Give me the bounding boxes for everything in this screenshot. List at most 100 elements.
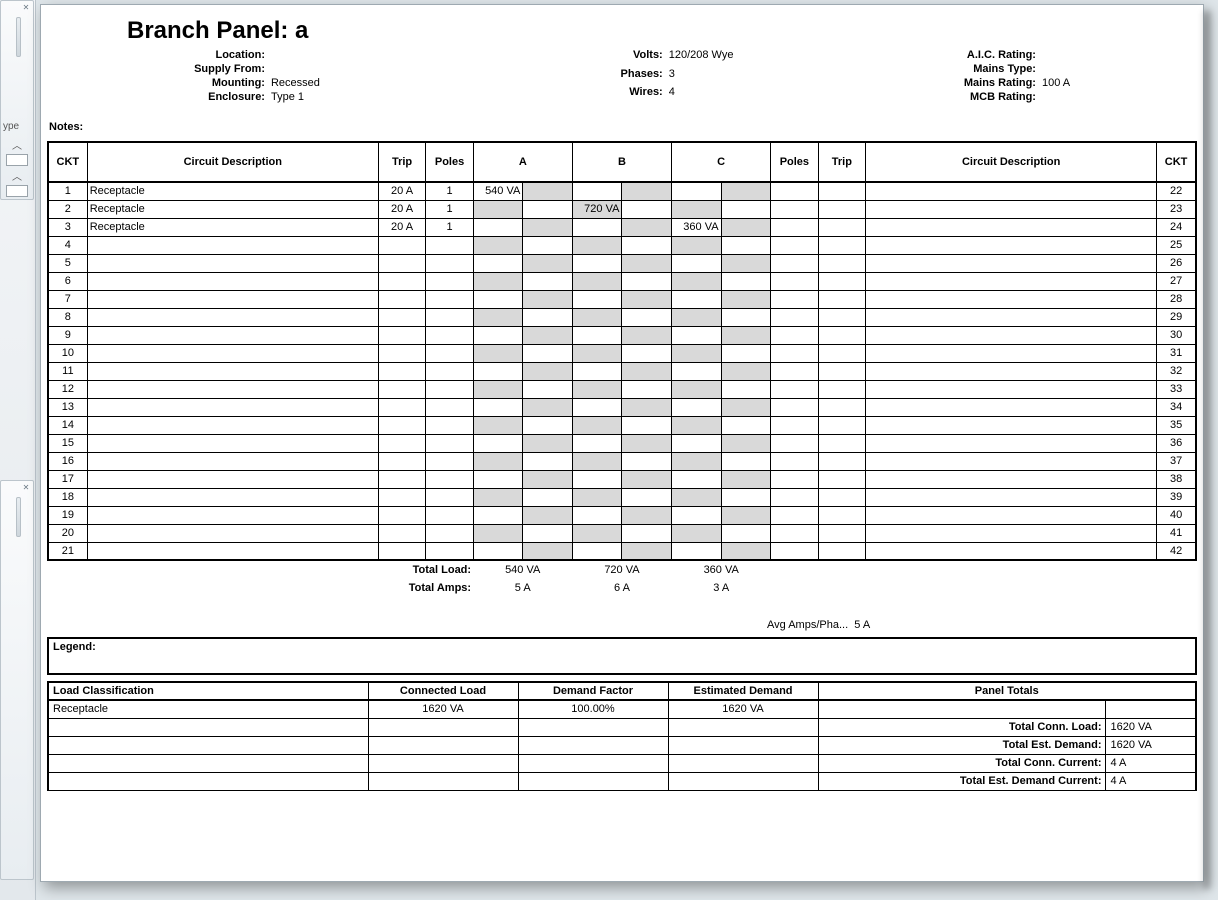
avg-amps: Avg Amps/Pha... 5 A: [767, 619, 1197, 631]
cell: 17: [48, 470, 87, 488]
col-phase-b: B: [572, 142, 671, 182]
cell: 1: [426, 182, 473, 200]
cell: 22: [1157, 182, 1196, 200]
cell: [866, 416, 1157, 434]
cell: [518, 718, 668, 736]
cell: 36: [1157, 434, 1196, 452]
cell: [866, 218, 1157, 236]
hdr-label: Mounting:: [107, 77, 265, 89]
cell: [48, 754, 368, 772]
cell: [426, 290, 473, 308]
cell: [672, 290, 722, 308]
cell: [622, 272, 672, 290]
cell: [572, 326, 622, 344]
cell: 28: [1157, 290, 1196, 308]
summary-table: Load Classification Connected Load Deman…: [47, 681, 1197, 791]
hdr-label: MCB Rating:: [907, 91, 1036, 103]
panel-schedule-sheet: Branch Panel: a Location: Supply From: M…: [40, 4, 1204, 882]
cell: 720 VA: [572, 200, 622, 218]
cell: [866, 290, 1157, 308]
cell: 11: [48, 362, 87, 380]
cell: [523, 470, 573, 488]
cell: [87, 362, 378, 380]
cell: [818, 524, 865, 542]
cell: [572, 272, 622, 290]
cell: [622, 182, 672, 200]
cell: [523, 272, 573, 290]
cell: 38: [1157, 470, 1196, 488]
cell: [622, 398, 672, 416]
table-row: Total Conn. Load:1620 VA: [48, 718, 1196, 736]
cell: [622, 290, 672, 308]
cell: [721, 290, 771, 308]
table-row: 425: [48, 236, 1196, 254]
cell: [87, 506, 378, 524]
cell: 3: [48, 218, 87, 236]
cell: 37: [1157, 452, 1196, 470]
col-trip: Trip: [378, 142, 425, 182]
close-icon[interactable]: ✕: [21, 3, 31, 13]
cell: 25: [1157, 236, 1196, 254]
cell: [818, 308, 865, 326]
total-amps-c: 3 A: [672, 579, 771, 597]
cell: [87, 452, 378, 470]
cell: [473, 452, 523, 470]
cell: [771, 272, 818, 290]
chevron-up-icon[interactable]: ︿: [1, 137, 33, 152]
cell: [622, 326, 672, 344]
panel-total-label: Total Est. Demand:: [818, 736, 1106, 754]
cell: [572, 218, 622, 236]
cell: [818, 488, 865, 506]
cell: [426, 452, 473, 470]
cell: [672, 488, 722, 506]
cell: 100.00%: [518, 700, 668, 718]
rail-input[interactable]: [6, 185, 28, 197]
cell: 10: [48, 344, 87, 362]
cell: [771, 182, 818, 200]
total-load-c: 360 VA: [672, 561, 771, 579]
cell: [572, 380, 622, 398]
cell: [721, 542, 771, 560]
cell: [523, 326, 573, 344]
cell: [426, 506, 473, 524]
cell: 6: [48, 272, 87, 290]
page-title: Branch Panel: a: [127, 17, 1197, 45]
cell: [672, 326, 722, 344]
total-load-label: Total Load:: [47, 561, 473, 579]
cell: 24: [1157, 218, 1196, 236]
table-row: Total Est. Demand:1620 VA: [48, 736, 1196, 754]
cell: [378, 236, 425, 254]
cell: [523, 380, 573, 398]
cell: [771, 452, 818, 470]
cell: [473, 254, 523, 272]
cell: [87, 434, 378, 452]
cell: [523, 452, 573, 470]
cell: [771, 362, 818, 380]
cell: [721, 506, 771, 524]
hdr-label: A.I.C. Rating:: [907, 49, 1036, 61]
cell: [818, 434, 865, 452]
cell: 2: [48, 200, 87, 218]
drag-handle-icon[interactable]: [16, 17, 21, 57]
hdr-value: 3: [669, 68, 787, 85]
cell: [818, 470, 865, 488]
cell: [866, 470, 1157, 488]
cell: [473, 308, 523, 326]
schedule-table: CKT Circuit Description Trip Poles A B C…: [47, 141, 1197, 561]
cell: [523, 506, 573, 524]
cell: [818, 290, 865, 308]
table-row: 526: [48, 254, 1196, 272]
cell: [622, 506, 672, 524]
cell: 9: [48, 326, 87, 344]
cell: [721, 380, 771, 398]
rail-input[interactable]: [6, 154, 28, 166]
cell: [523, 398, 573, 416]
panel-total-label: Total Est. Demand Current:: [818, 772, 1106, 790]
cell: [473, 218, 523, 236]
table-row: 627: [48, 272, 1196, 290]
cell: [87, 236, 378, 254]
chevron-up-icon[interactable]: ︿: [1, 168, 33, 183]
cell: [672, 182, 722, 200]
close-icon[interactable]: ✕: [21, 483, 31, 493]
drag-handle-icon[interactable]: [16, 497, 21, 537]
